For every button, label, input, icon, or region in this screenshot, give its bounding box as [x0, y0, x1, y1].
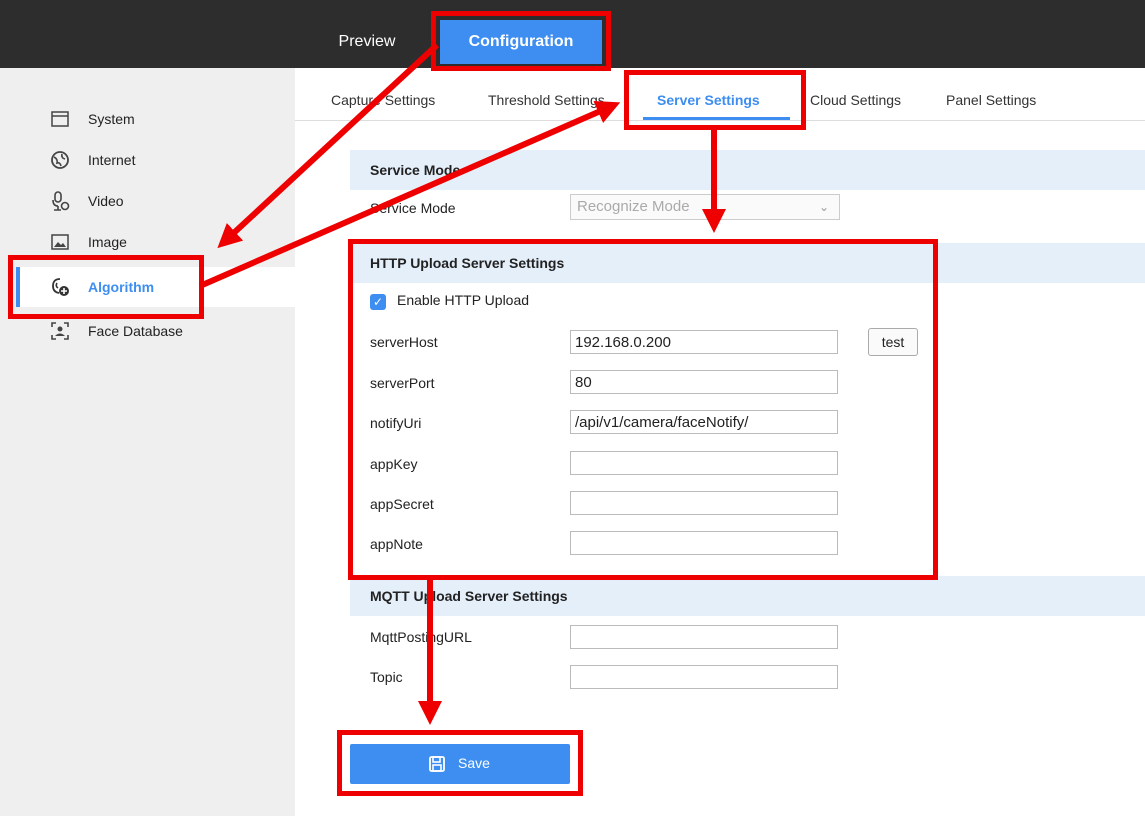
tab-cloud-settings[interactable]: Cloud Settings — [810, 92, 901, 108]
mqtt-posting-url-input[interactable] — [570, 625, 838, 649]
topic-input[interactable] — [570, 665, 838, 689]
app-key-input[interactable] — [570, 451, 838, 475]
top-nav-bar: Preview Configuration — [0, 0, 1145, 68]
section-title: Service Mode — [370, 162, 461, 178]
server-port-input[interactable] — [570, 370, 838, 394]
tab-server-settings[interactable]: Server Settings — [657, 92, 760, 108]
notify-uri-label: notifyUri — [370, 415, 422, 431]
app-note-input[interactable] — [570, 531, 838, 555]
sidebar-item-image[interactable]: Image — [16, 222, 295, 262]
globe-icon — [51, 151, 69, 169]
topic-label: Topic — [370, 669, 403, 685]
app-secret-input[interactable] — [570, 491, 838, 515]
sidebar-item-label: Image — [88, 234, 127, 250]
sidebar-item-video[interactable]: Video — [16, 181, 295, 221]
enable-http-upload-checkbox[interactable]: ✓ — [370, 294, 386, 310]
active-tab-indicator — [643, 117, 790, 120]
service-mode-section-header: Service Mode — [350, 150, 1145, 190]
save-label: Save — [458, 755, 490, 771]
http-section-header: HTTP Upload Server Settings — [350, 243, 1145, 283]
tab-configuration[interactable]: Configuration — [440, 20, 602, 64]
sidebar-item-label: Internet — [88, 152, 136, 168]
app-secret-label: appSecret — [370, 496, 434, 512]
app-note-label: appNote — [370, 536, 423, 552]
tab-capture-settings[interactable]: Capture Settings — [331, 92, 435, 108]
sidebar-item-label: Video — [88, 193, 124, 209]
image-icon — [51, 234, 69, 250]
face-icon — [51, 322, 69, 340]
service-mode-select[interactable]: Recognize Mode ⌄ — [570, 194, 840, 220]
sidebar-item-label: System — [88, 111, 135, 127]
server-port-label: serverPort — [370, 375, 435, 391]
save-button[interactable]: Save — [350, 744, 570, 784]
tab-panel-settings[interactable]: Panel Settings — [946, 92, 1036, 108]
tab-threshold-settings[interactable]: Threshold Settings — [488, 92, 605, 108]
section-title: HTTP Upload Server Settings — [370, 255, 565, 271]
service-mode-label: Service Mode — [370, 200, 456, 216]
sidebar-item-label: Face Database — [88, 323, 183, 339]
mqtt-posting-url-label: MqttPostingURL — [370, 629, 472, 645]
server-host-label: serverHost — [370, 334, 438, 350]
algorithm-icon — [52, 278, 69, 296]
sidebar-item-system[interactable]: System — [16, 99, 295, 139]
service-mode-value: Recognize Mode — [577, 198, 690, 215]
section-title: MQTT Upload Server Settings — [370, 588, 568, 604]
app-key-label: appKey — [370, 456, 418, 472]
sidebar-item-algorithm[interactable]: Algorithm — [16, 267, 295, 307]
enable-http-upload-label: Enable HTTP Upload — [397, 292, 530, 308]
sidebar-item-label: Algorithm — [88, 279, 155, 295]
test-button[interactable]: test — [868, 328, 918, 356]
tab-preview[interactable]: Preview — [312, 20, 422, 64]
chevron-down-icon: ⌄ — [818, 200, 829, 214]
microphone-icon — [52, 191, 70, 211]
notify-uri-input[interactable] — [570, 410, 838, 434]
sidebar-item-internet[interactable]: Internet — [16, 140, 295, 180]
sidebar: System Internet Video Image Algorithm Fa… — [0, 68, 295, 816]
settings-tabs: Capture Settings Threshold Settings Serv… — [295, 68, 1145, 121]
system-icon — [51, 111, 69, 127]
mqtt-section-header: MQTT Upload Server Settings — [350, 576, 1145, 616]
save-icon — [429, 756, 445, 772]
sidebar-item-face-database[interactable]: Face Database — [16, 311, 295, 351]
server-host-input[interactable] — [570, 330, 838, 354]
